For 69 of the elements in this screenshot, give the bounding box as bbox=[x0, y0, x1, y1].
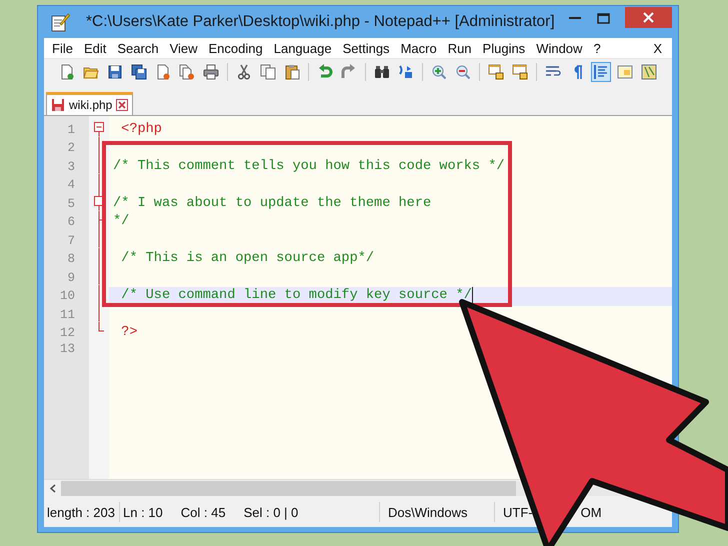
toolbar-button[interactable] bbox=[486, 62, 506, 82]
line-number: 3 bbox=[66, 160, 76, 174]
code-text: <?php bbox=[120, 120, 162, 138]
save-icon bbox=[107, 64, 123, 80]
line-position: Ln : 10 bbox=[123, 504, 163, 520]
menu-item[interactable]: ? bbox=[587, 40, 606, 56]
indent-guide-icon bbox=[593, 64, 609, 80]
cut-icon bbox=[236, 64, 252, 80]
close-button[interactable] bbox=[625, 6, 672, 28]
text-cursor bbox=[472, 287, 474, 304]
line-number: 6 bbox=[66, 215, 76, 230]
code-text: ?> bbox=[120, 324, 138, 342]
scrollbar-thumb[interactable] bbox=[61, 481, 516, 496]
close-icon bbox=[643, 12, 654, 22]
menu-item[interactable]: Encoding bbox=[202, 40, 268, 56]
maximize-icon bbox=[596, 12, 610, 24]
print-icon bbox=[203, 64, 219, 80]
line-number: 9 bbox=[66, 270, 76, 285]
menu-item[interactable]: Run bbox=[442, 40, 477, 56]
line-ending: Dos\Windows bbox=[388, 504, 468, 520]
copy-icon bbox=[260, 64, 276, 80]
find-icon bbox=[374, 64, 390, 80]
line-number: 2 bbox=[66, 141, 76, 156]
zoom-in-icon bbox=[431, 64, 447, 80]
encoding-text: OM bbox=[580, 504, 602, 520]
line-number: 10 bbox=[58, 289, 76, 304]
line-number: 4 bbox=[66, 178, 76, 192]
code-text: /* This is an open source app*/ bbox=[120, 250, 374, 268]
line-number: 5 bbox=[66, 196, 76, 211]
line-number: 8 bbox=[66, 252, 76, 266]
selection-info: Sel : 0 | 0 bbox=[244, 504, 298, 520]
toolbar-button[interactable] bbox=[201, 62, 221, 82]
line-number: 12 bbox=[58, 326, 76, 340]
save-all-icon bbox=[131, 64, 147, 80]
menu-item[interactable]: Window bbox=[530, 40, 588, 56]
menu-item[interactable]: Edit bbox=[78, 40, 112, 56]
notepad-icon bbox=[50, 12, 70, 32]
menu-item[interactable]: View bbox=[164, 40, 203, 56]
minimize-icon bbox=[569, 16, 581, 20]
code-text: /* This comment tells you how this code works */ bbox=[113, 158, 505, 176]
encoding-text: UTF- bbox=[503, 504, 533, 520]
chevron-left-icon bbox=[49, 484, 56, 493]
undo-icon bbox=[317, 64, 333, 80]
menu-item[interactable]: Search bbox=[111, 40, 164, 56]
zoom-out-icon bbox=[455, 64, 471, 80]
file-tab[interactable]: wiki.php bbox=[46, 92, 134, 115]
menu-item[interactable]: Settings bbox=[336, 40, 395, 56]
code-text: /* Use command line to modify key source */ bbox=[120, 287, 472, 305]
menu-item[interactable]: Plugins bbox=[476, 40, 530, 56]
toolbar-button[interactable] bbox=[510, 62, 530, 82]
line-number: 7 bbox=[66, 234, 76, 248]
toolbar-button[interactable] bbox=[129, 62, 149, 82]
window-title: *C:\Users\Kate Parker\Desktop\wiki.php - Notepad++ [Administrator] bbox=[86, 13, 556, 31]
document-length: length : 203 bbox=[47, 504, 115, 520]
menu-item[interactable]: Macro bbox=[394, 40, 442, 56]
line-number: 11 bbox=[58, 308, 76, 322]
line-number: 1 bbox=[66, 122, 76, 137]
code-text: */ bbox=[113, 213, 130, 231]
column-position: Col : 45 bbox=[180, 504, 226, 520]
close-icon[interactable] bbox=[116, 99, 128, 111]
menu-item[interactable]: File bbox=[46, 40, 78, 56]
redo-icon bbox=[341, 64, 357, 80]
code-text: /* I was about to update the theme here bbox=[113, 194, 432, 212]
paste-icon bbox=[284, 64, 300, 80]
line-number: 13 bbox=[58, 342, 76, 356]
menu-item[interactable]: Language bbox=[268, 40, 337, 56]
close-document-button[interactable]: X bbox=[647, 40, 672, 56]
panel-icon bbox=[617, 64, 633, 80]
new-file-icon bbox=[59, 64, 75, 80]
